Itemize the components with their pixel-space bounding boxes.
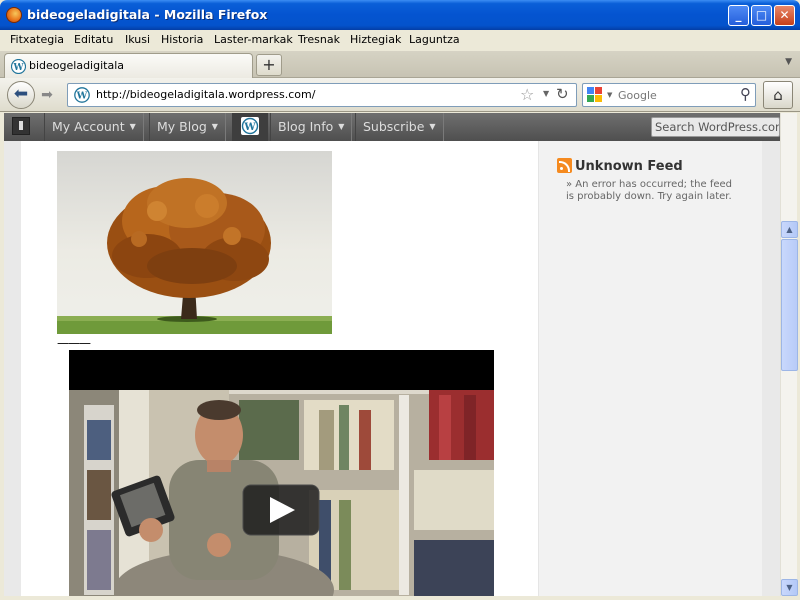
reload-icon[interactable]: ↻ bbox=[556, 85, 569, 103]
svg-text:W: W bbox=[12, 63, 24, 73]
wordpress-blavatar[interactable]: W bbox=[232, 113, 268, 141]
navigation-bar: ⬅ ➡ W http://bideogeladigitala.wordpress… bbox=[0, 78, 800, 112]
my-account-menu[interactable]: My Account ▼ bbox=[44, 113, 144, 141]
autumn-tree-image bbox=[57, 151, 332, 334]
subscribe-menu[interactable]: Subscribe ▼ bbox=[355, 113, 444, 141]
svg-text:W: W bbox=[76, 91, 88, 102]
menu-editatu[interactable]: Editatu bbox=[74, 33, 113, 46]
bookmark-star-icon[interactable]: ☆ bbox=[520, 85, 534, 104]
menu-laguntza[interactable]: Laguntza bbox=[409, 33, 460, 46]
scrollbar-thumb[interactable] bbox=[781, 239, 798, 371]
blog-info-label: Blog Info bbox=[278, 119, 334, 134]
right-page-margin bbox=[762, 141, 780, 596]
subscribe-label: Subscribe bbox=[363, 119, 425, 134]
window-title: bideogeladigitala - Mozilla Firefox bbox=[27, 7, 268, 22]
chevron-down-icon: ▼ bbox=[211, 122, 218, 131]
blog-info-menu[interactable]: Blog Info ▼ bbox=[270, 113, 353, 141]
url-text[interactable]: http://bideogeladigitala.wordpress.com/ bbox=[96, 88, 315, 101]
chevron-down-icon: ▼ bbox=[129, 122, 136, 131]
close-button[interactable]: ✕ bbox=[774, 5, 795, 26]
vertical-scrollbar[interactable]: ▲ ▼ bbox=[780, 113, 798, 596]
scroll-down-arrow-icon[interactable]: ▼ bbox=[781, 579, 798, 596]
menu-tresnak[interactable]: Tresnak bbox=[298, 33, 340, 46]
scroll-up-arrow-icon[interactable]: ▲ bbox=[781, 221, 798, 238]
firefox-window: bideogeladigitala - Mozilla Firefox _ □ … bbox=[0, 0, 800, 600]
page-viewport: My Account ▼ My Blog ▼ W Blog Info ▼ Subscr… bbox=[4, 113, 780, 596]
tab-list-chevron-icon[interactable]: ▼ bbox=[785, 57, 792, 67]
maximize-button[interactable]: □ bbox=[751, 5, 772, 26]
wordpress-search-input[interactable]: Search WordPress.com bbox=[651, 117, 780, 137]
search-engine-dropdown-icon[interactable]: ▼ bbox=[607, 91, 612, 99]
tab-label: bideogeladigitala bbox=[29, 59, 124, 72]
menu-fitxategia[interactable]: Fitxategia bbox=[10, 33, 64, 46]
tab-bar: W bideogeladigitala + ▼ bbox=[0, 51, 800, 78]
menu-bar: Fitxategia Editatu Ikusi Historia Laster… bbox=[0, 30, 800, 51]
menu-ikusi[interactable]: Ikusi bbox=[125, 33, 150, 46]
svg-text:W: W bbox=[243, 122, 256, 133]
chevron-down-icon: ▼ bbox=[429, 122, 436, 131]
status-bar bbox=[0, 596, 800, 600]
embedded-video-player[interactable] bbox=[69, 350, 494, 596]
chevron-down-icon: ▼ bbox=[338, 122, 345, 131]
sidebar bbox=[538, 141, 762, 596]
my-account-label: My Account bbox=[52, 119, 125, 134]
address-bar[interactable]: W http://bideogeladigitala.wordpress.com… bbox=[67, 83, 577, 107]
menu-laster-markak[interactable]: Laster-markak bbox=[214, 33, 293, 46]
search-input[interactable]: Google bbox=[618, 89, 657, 102]
wordpress-admin-bar: My Account ▼ My Blog ▼ W Blog Info ▼ Subscr… bbox=[4, 113, 780, 141]
menu-hiztegiak[interactable]: Hiztegiak bbox=[350, 33, 401, 46]
my-blog-menu[interactable]: My Blog ▼ bbox=[149, 113, 226, 141]
wordpress-icon: W bbox=[11, 59, 26, 74]
left-page-margin bbox=[4, 141, 21, 596]
firefox-icon bbox=[6, 7, 22, 23]
minimize-button[interactable]: _ bbox=[728, 5, 749, 26]
tab-bideogeladigitala[interactable]: W bideogeladigitala bbox=[4, 53, 253, 78]
widget-error-message: » An error has occurred; the feed is pro… bbox=[566, 179, 732, 202]
search-bar[interactable]: ▼ Google ⚲ bbox=[582, 83, 756, 107]
history-dropdown-icon[interactable]: ▼ bbox=[543, 89, 549, 98]
post-separator: ——— bbox=[57, 336, 91, 350]
google-icon[interactable] bbox=[587, 87, 603, 103]
back-button[interactable]: ⬅ bbox=[7, 81, 35, 109]
forward-button[interactable]: ➡ bbox=[36, 86, 58, 106]
widget-title: Unknown Feed bbox=[557, 159, 683, 174]
search-magnifier-icon[interactable]: ⚲ bbox=[740, 85, 751, 103]
new-tab-button[interactable]: + bbox=[256, 54, 282, 76]
title-bar: bideogeladigitala - Mozilla Firefox _ □ … bbox=[0, 0, 800, 30]
wordpress-icon: W bbox=[241, 117, 259, 135]
widget-title-text: Unknown Feed bbox=[575, 159, 683, 174]
my-blog-label: My Blog bbox=[157, 119, 207, 134]
wordpress-com-logo-icon[interactable] bbox=[12, 117, 30, 135]
wordpress-icon: W bbox=[74, 87, 90, 103]
home-button[interactable]: ⌂ bbox=[763, 81, 793, 109]
menu-historia[interactable]: Historia bbox=[161, 33, 203, 46]
